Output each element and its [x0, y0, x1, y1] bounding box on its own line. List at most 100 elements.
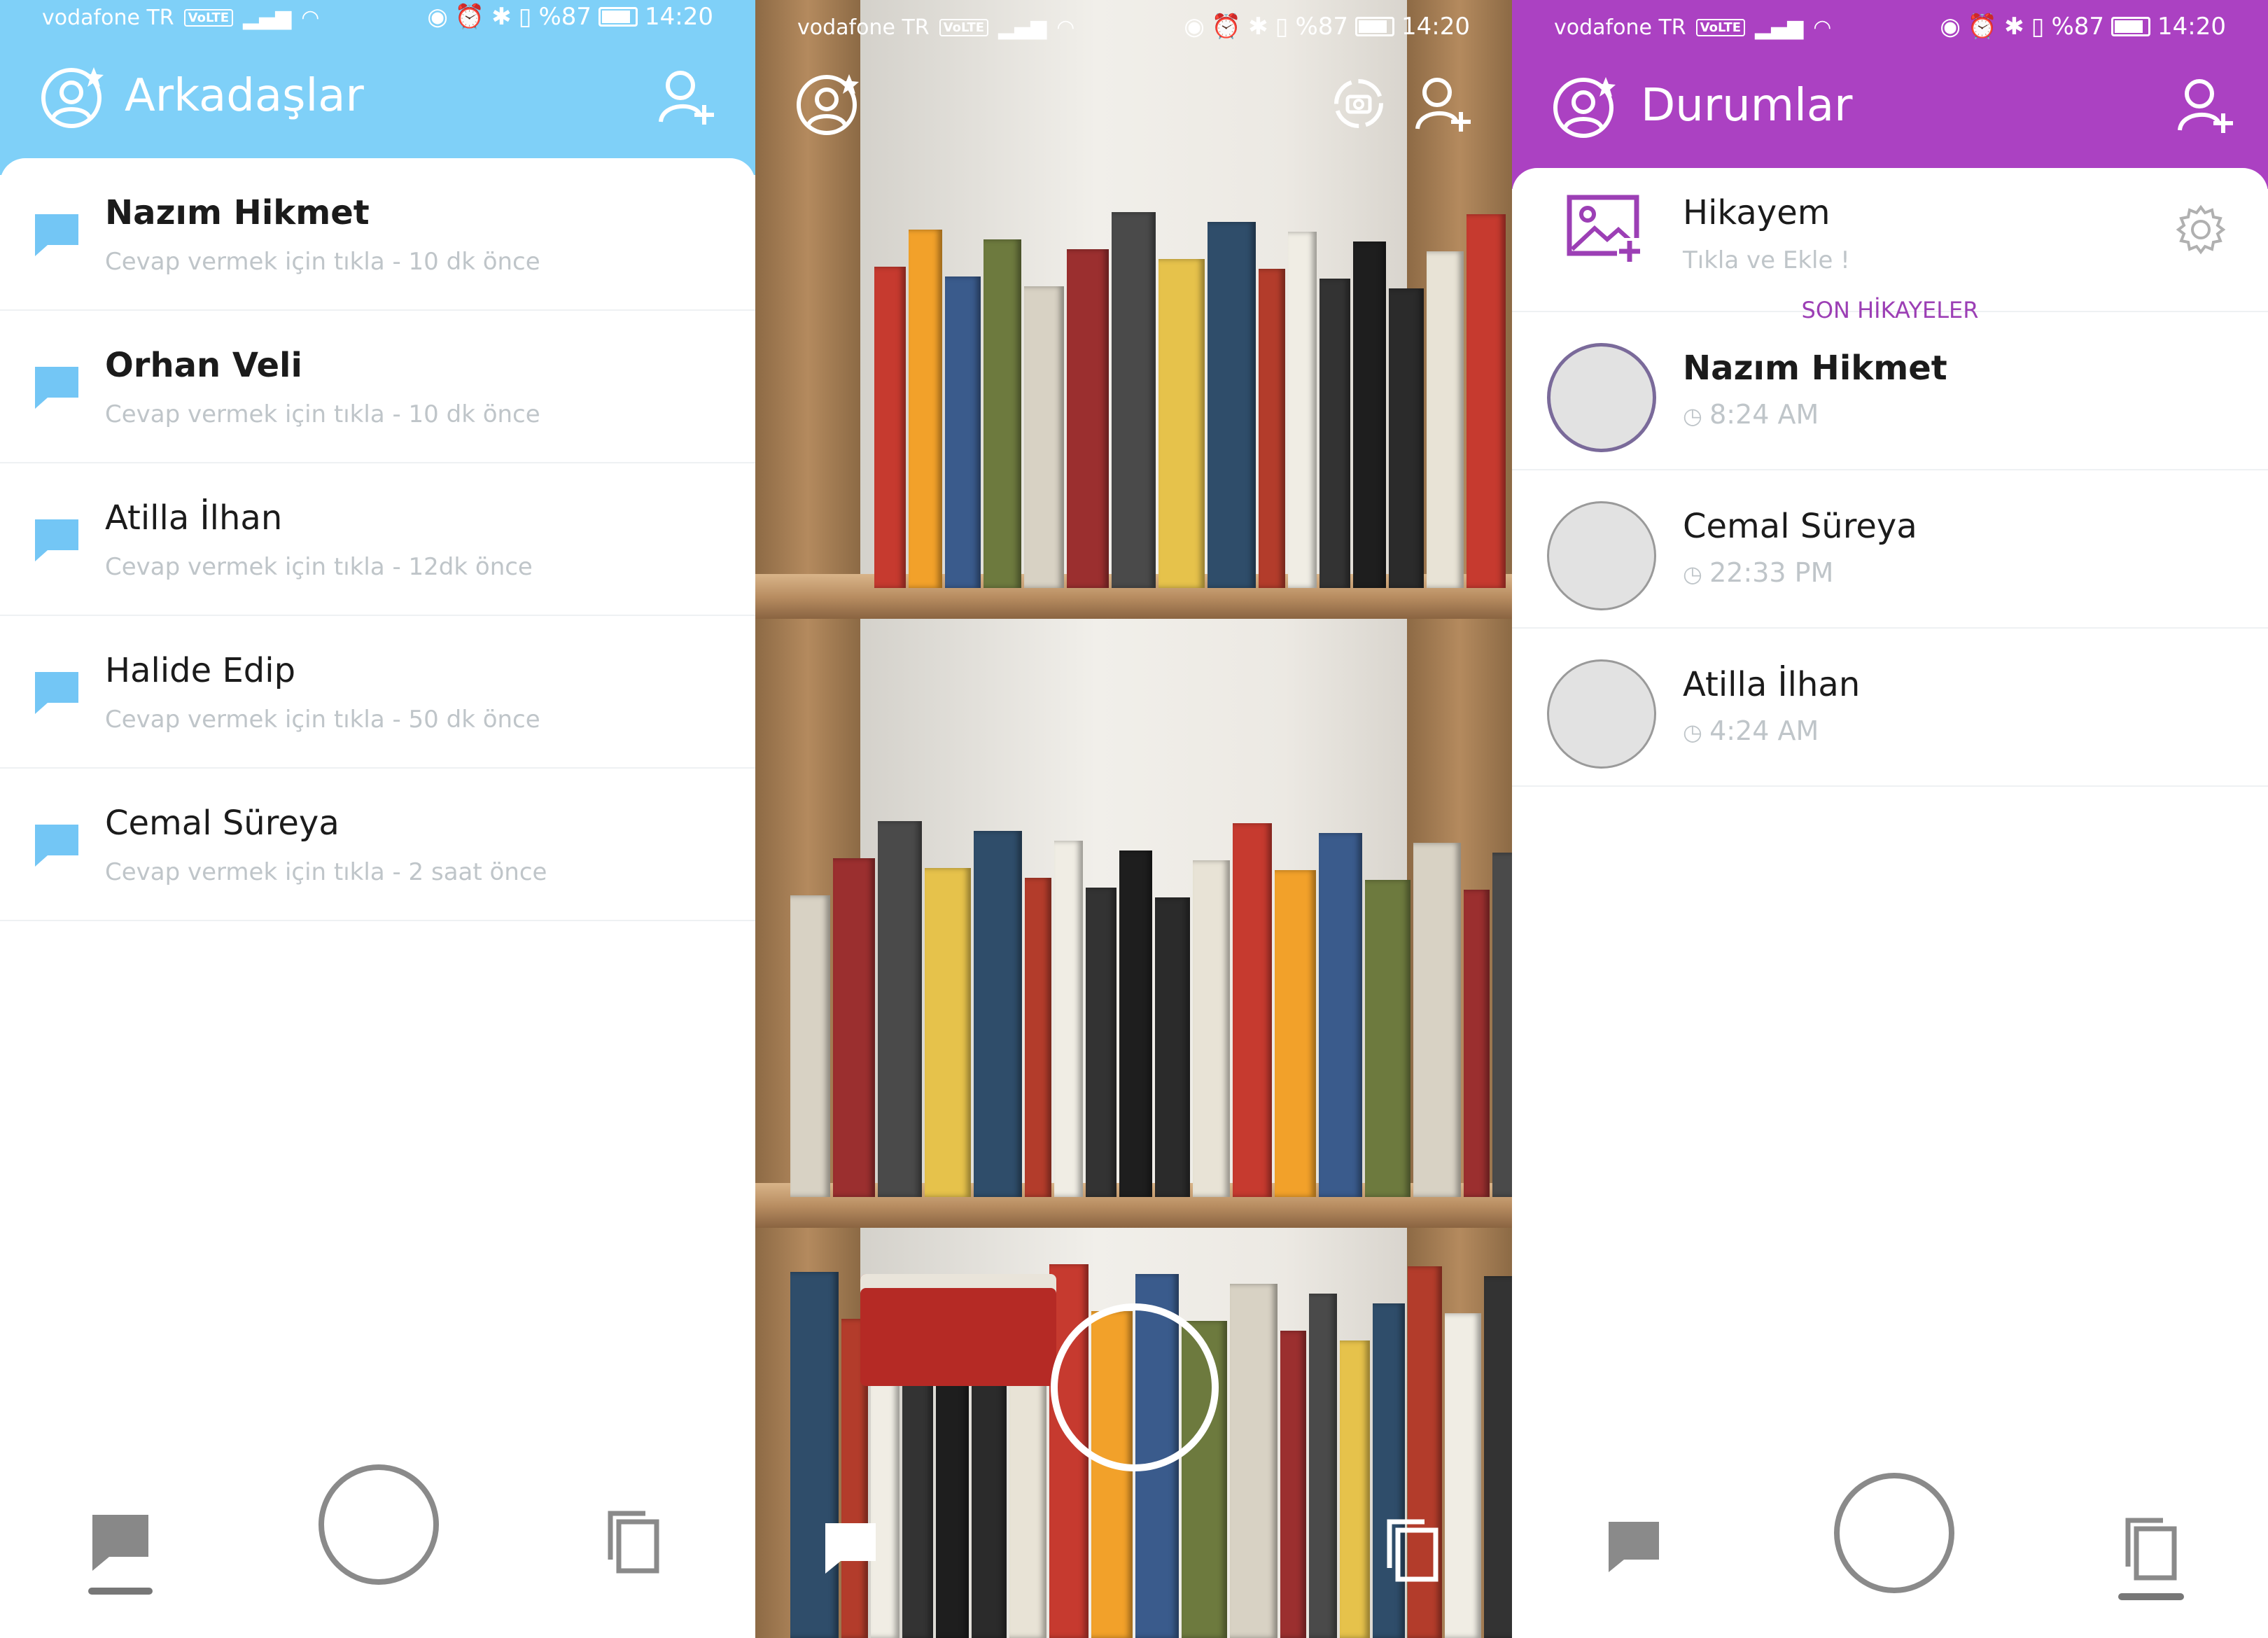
- my-story-title: Hikayem: [1683, 193, 1830, 232]
- add-user-icon[interactable]: [1413, 74, 1472, 133]
- time-ago: 2 saat önce: [408, 858, 547, 886]
- contact-name: Cemal Süreya: [105, 804, 340, 843]
- chat-tab-icon[interactable]: [1606, 1519, 1662, 1575]
- stories-tab-icon[interactable]: [1385, 1519, 1441, 1582]
- list-item[interactable]: Orhan Veli Cevap vermek için tıkla - 10 d…: [0, 311, 755, 463]
- status-bar: vodafone TR VoLTE ▂▄▆ ◠ ◉ ⏰ ✱ ▯ %87 14:2…: [1512, 10, 2268, 52]
- profile-icon[interactable]: [1551, 73, 1618, 140]
- chat-bubble-icon: [35, 672, 78, 714]
- book-spine: [1275, 870, 1316, 1197]
- time-ago: 12dk önce: [408, 553, 533, 581]
- list-item[interactable]: Cemal Süreya Cevap vermek için tıkla - 2 …: [0, 769, 755, 921]
- list-item[interactable]: Halide Edip Cevap vermek için tıkla - 50 …: [0, 616, 755, 769]
- list-item[interactable]: Atilla İlhan ◷ 4:24 AM: [1512, 629, 2268, 787]
- wifi-icon: ◠: [1813, 15, 1832, 40]
- clock-time: 14:20: [645, 3, 713, 31]
- book-spine: [909, 230, 942, 588]
- book-box: [860, 1274, 1056, 1386]
- book-spine: [1464, 890, 1490, 1197]
- vibrate-icon: ▯: [1275, 13, 1289, 41]
- wifi-icon: ◠: [301, 6, 320, 30]
- contact-status: Cevap vermek için tıkla - 12dk önce: [105, 553, 533, 581]
- story-time-value: 4:24 AM: [1709, 715, 1819, 746]
- stories-tab-icon[interactable]: [2118, 1518, 2184, 1602]
- alarm-icon: ⏰: [1211, 13, 1242, 41]
- my-story-row[interactable]: Hikayem Tıkla ve Ekle ! SON HİKAYELER: [1512, 168, 2268, 323]
- chat-tab-icon[interactable]: [88, 1512, 153, 1596]
- chat-bubble-icon: [35, 825, 78, 867]
- clock-icon: ◷: [1683, 719, 1710, 746]
- book-spine: [1353, 241, 1386, 588]
- avatar[interactable]: [1547, 659, 1656, 769]
- list-item[interactable]: Atilla İlhan Cevap vermek için tıkla - 12…: [0, 463, 755, 616]
- battery-percent: %87: [1295, 13, 1349, 41]
- book-spine: [1319, 833, 1362, 1197]
- time-ago: 50 dk önce: [408, 706, 540, 734]
- avatar[interactable]: [1547, 501, 1656, 610]
- book-spine: [833, 858, 875, 1197]
- book-spine: [1112, 212, 1156, 588]
- camera-capture-button[interactable]: [1051, 1303, 1219, 1471]
- book-spine: [983, 239, 1021, 588]
- battery-percent: %87: [2051, 13, 2105, 41]
- add-user-icon[interactable]: [657, 67, 715, 126]
- chat-bubble-icon: [35, 367, 78, 409]
- contact-name: Nazım Hikmet: [105, 193, 370, 232]
- profile-icon[interactable]: [39, 63, 106, 130]
- carrier-label: vodafone TR: [1554, 15, 1686, 40]
- camera-capture-button[interactable]: [318, 1464, 439, 1585]
- battery-icon: [598, 7, 638, 27]
- book-spine: [874, 267, 906, 588]
- chat-tab-icon[interactable]: [822, 1520, 878, 1576]
- add-image-icon[interactable]: [1567, 195, 1644, 265]
- settings-gear-icon[interactable]: [2174, 203, 2227, 256]
- book-spine: [945, 276, 981, 588]
- book-spine: [1067, 249, 1109, 588]
- camera-capture-button[interactable]: [1834, 1473, 1954, 1593]
- page-title: Arkadaşlar: [125, 70, 364, 122]
- clock-icon: ◷: [1683, 561, 1710, 587]
- reply-hint: Cevap vermek için tıkla -: [105, 400, 409, 428]
- book-spine: [790, 1272, 839, 1638]
- list-item[interactable]: Nazım Hikmet Cevap vermek için tıkla - 10…: [0, 158, 755, 311]
- book-spine: [1389, 288, 1424, 588]
- volte-badge: VoLTE: [183, 9, 234, 27]
- battery-percent: %87: [538, 3, 592, 31]
- book-spine: [790, 895, 830, 1197]
- list-item[interactable]: Nazım Hikmet ◷ 8:24 AM: [1512, 312, 2268, 470]
- stories-list: Hikayem Tıkla ve Ekle ! SON HİKAYELER Na…: [1512, 168, 2268, 787]
- book-spine: [1119, 850, 1152, 1197]
- chat-bubble-icon: [35, 214, 78, 256]
- stories-screen: vodafone TR VoLTE ▂▄▆ ◠ ◉ ⏰ ✱ ▯ %87 14:2…: [1512, 0, 2268, 1638]
- story-time-value: 8:24 AM: [1709, 399, 1819, 430]
- story-time: ◷ 4:24 AM: [1683, 715, 1819, 746]
- add-user-icon[interactable]: [2176, 76, 2234, 134]
- contact-status: Cevap vermek için tıkla - 50 dk önce: [105, 706, 540, 734]
- contact-status: Cevap vermek için tıkla - 10 dk önce: [105, 400, 540, 428]
- battery-icon: [1355, 17, 1395, 36]
- volte-badge: VoLTE: [939, 19, 989, 36]
- carrier-label: vodafone TR: [42, 6, 174, 30]
- avatar[interactable]: [1547, 343, 1656, 452]
- time-ago: 10 dk önce: [408, 400, 540, 428]
- book-spine: [1365, 880, 1410, 1197]
- page-title: Durumlar: [1641, 80, 1853, 132]
- book-spine: [1427, 251, 1464, 588]
- chat-bubble-icon: [35, 519, 78, 561]
- bluetooth-icon: ✱: [2004, 13, 2024, 41]
- book-spine: [1445, 1313, 1481, 1638]
- story-time-value: 22:33 PM: [1709, 557, 1834, 588]
- book-spine: [1208, 222, 1256, 588]
- list-item[interactable]: Cemal Süreya ◷ 22:33 PM: [1512, 470, 2268, 629]
- friends-header: vodafone TR VoLTE ▂▄▆ ◠ ◉ ⏰ ✱ ▯ %87 14:2…: [0, 0, 755, 175]
- bluetooth-icon: ✱: [491, 3, 512, 31]
- profile-icon[interactable]: [794, 70, 862, 137]
- book-spine: [974, 831, 1022, 1197]
- book-spine: [1193, 860, 1230, 1197]
- switch-camera-icon[interactable]: [1329, 74, 1388, 133]
- clock-time: 14:20: [2157, 13, 2226, 41]
- eye-icon: ◉: [427, 3, 448, 31]
- book-spine: [1373, 1303, 1405, 1638]
- stories-tab-icon[interactable]: [606, 1511, 662, 1574]
- book-spine: [1233, 823, 1272, 1197]
